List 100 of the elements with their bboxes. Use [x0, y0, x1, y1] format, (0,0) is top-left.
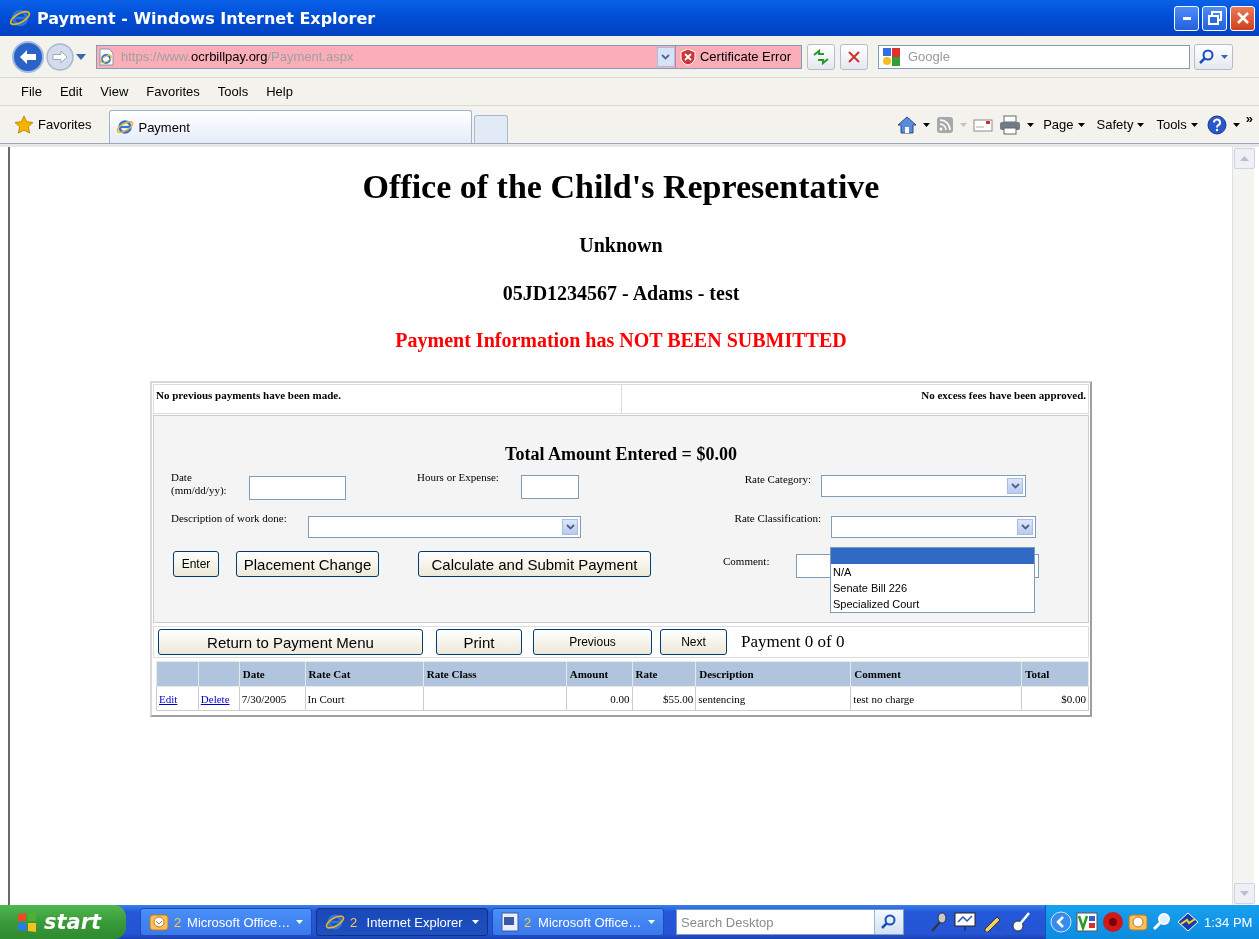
menu-item[interactable]: Help: [257, 84, 302, 99]
caret-icon: [296, 920, 303, 924]
action-button[interactable]: Print: [436, 629, 522, 655]
action-button[interactable]: Previous: [533, 629, 652, 655]
caret-icon: [960, 122, 968, 127]
menu-item[interactable]: Favorites: [137, 84, 209, 99]
ie-logo-icon: [9, 7, 31, 29]
star-icon: [14, 114, 34, 135]
desktop-search-box[interactable]: Search Desktop: [676, 909, 904, 935]
chevron-left-icon: [1050, 911, 1072, 933]
show-hidden-icons-button[interactable]: [1050, 911, 1072, 933]
browser-tab[interactable]: Payment: [109, 110, 473, 143]
field-label: Comment:: [723, 555, 771, 568]
minimize-button[interactable]: [1174, 5, 1199, 31]
restore-button[interactable]: [1202, 5, 1227, 31]
search-button[interactable]: [1194, 43, 1233, 70]
field-label: Rate Classification:: [734, 512, 822, 525]
notice-text: No previous payments have been made.: [155, 388, 342, 403]
action-button[interactable]: Next: [660, 629, 727, 655]
menu-item[interactable]: File: [12, 84, 51, 99]
dropdown[interactable]: [308, 516, 581, 538]
taskbar-button[interactable]: 2 Microsoft Office…: [492, 908, 664, 936]
input-field[interactable]: [521, 475, 579, 499]
magnifier-icon[interactable]: [1152, 912, 1172, 932]
presentation-icon[interactable]: [954, 912, 976, 932]
column-header: Rate Cat: [305, 661, 424, 687]
table-cell: In Court: [305, 686, 424, 711]
payment-counter: Payment 0 of 0: [741, 632, 845, 652]
taskbar-button[interactable]: 2 Internet Explorer: [316, 908, 488, 936]
dropdown-option[interactable]: Specialized Court: [831, 596, 1034, 612]
page-icon: [97, 47, 115, 66]
caret-icon: [1190, 122, 1198, 127]
menu-item[interactable]: View: [91, 84, 138, 99]
search-box[interactable]: Google: [878, 44, 1190, 69]
printer-icon[interactable]: [999, 114, 1022, 135]
table-cell: 0.00: [566, 686, 632, 711]
microphone-icon[interactable]: [928, 911, 948, 933]
chevron-icon: [661, 53, 671, 60]
caret-icon: [1232, 122, 1240, 127]
back-button[interactable]: [12, 40, 44, 73]
input-field[interactable]: [249, 476, 346, 500]
field-label: Date (mm/dd/yy):: [171, 471, 228, 497]
menu-item[interactable]: Tools: [208, 84, 258, 99]
caret-icon: [1221, 54, 1228, 59]
caret-icon: [1077, 122, 1085, 127]
table-cell: $55.00: [632, 686, 696, 711]
address-field[interactable]: https://www.ocrbillpay.org/Payment.aspx Certificate Error: [96, 44, 802, 69]
caret-icon: [923, 122, 931, 127]
page-subtitle: Unknown: [579, 233, 663, 257]
menu-item[interactable]: Edit: [50, 84, 92, 99]
dropdown[interactable]: [821, 475, 1026, 497]
overflow-chevron[interactable]: »: [1245, 110, 1253, 126]
help-icon[interactable]: [1206, 114, 1227, 135]
address-dropdown-button[interactable]: [656, 46, 675, 67]
table-cell: test no charge: [850, 686, 1022, 711]
home-icon[interactable]: [897, 114, 918, 135]
network-icon[interactable]: [1176, 912, 1200, 932]
record-icon[interactable]: [1102, 911, 1124, 933]
ie-logo-icon: [325, 912, 345, 932]
start-button[interactable]: start: [0, 905, 126, 939]
google-logo-icon: [882, 46, 902, 67]
close-icon: [848, 50, 860, 63]
table-cell: $0.00: [1021, 686, 1089, 711]
history-caret-icon[interactable]: [76, 53, 86, 60]
field-label: Rate Category:: [744, 473, 812, 486]
search-button[interactable]: [874, 910, 903, 934]
column-header: Date: [239, 661, 306, 687]
action-button[interactable]: Return to Payment Menu: [158, 629, 423, 655]
chevron-icon: [1010, 483, 1020, 489]
minimize-icon: [1182, 16, 1191, 20]
close-icon: [1235, 11, 1250, 25]
document-icon: [501, 912, 519, 932]
taskbar-button[interactable]: 2 Microsoft Office…: [140, 908, 312, 936]
table-cell: sentencing: [695, 686, 851, 711]
caret-icon: [1027, 122, 1035, 127]
clock: 1:34 PM: [1204, 914, 1253, 930]
total-amount: Total Amount Entered = $0.00: [504, 443, 738, 465]
action-button[interactable]: Enter: [173, 551, 219, 577]
notice-text: No excess fees have been approved.: [620, 385, 1088, 413]
window-title: Payment - Windows Internet Explorer: [37, 8, 377, 28]
column-header: Total: [1021, 661, 1089, 687]
action-button[interactable]: Placement Change: [236, 551, 379, 577]
search-field[interactable]: Google: [906, 48, 1180, 65]
dropdown-option[interactable]: N/A: [831, 564, 1034, 580]
mail-icon[interactable]: [973, 116, 994, 133]
dropdown[interactable]: [831, 516, 1036, 538]
command-menu[interactable]: Page: [1040, 117, 1088, 132]
command-menu[interactable]: Tools: [1153, 117, 1201, 132]
field-label: Description of work done:: [171, 512, 288, 525]
action-button[interactable]: Calculate and Submit Payment: [418, 551, 651, 577]
favorites-button[interactable]: Favorites: [10, 107, 96, 142]
dropdown-option[interactable]: Senate Bill 226: [831, 580, 1034, 596]
restore-icon: [1207, 11, 1222, 25]
close-button[interactable]: [1230, 5, 1255, 31]
field-label: Hours or Expense:: [417, 471, 500, 484]
table-cell: 7/30/2005: [239, 686, 306, 711]
command-menu[interactable]: Safety: [1093, 117, 1148, 132]
stop-button[interactable]: [840, 43, 868, 70]
refresh-button[interactable]: [807, 43, 835, 70]
caret-icon: [648, 920, 655, 924]
